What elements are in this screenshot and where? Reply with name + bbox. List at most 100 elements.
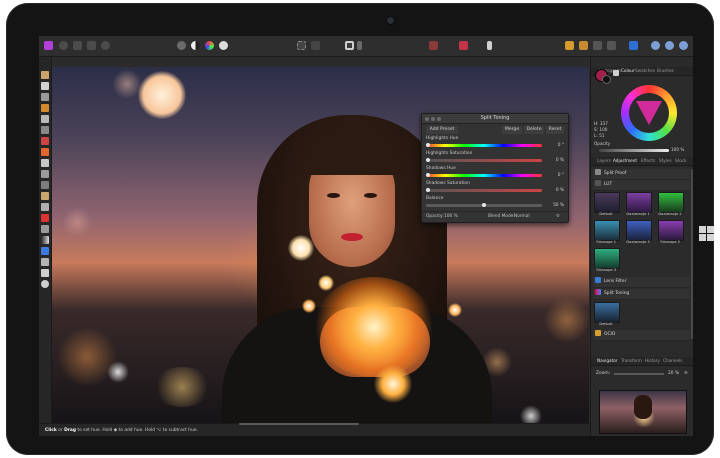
adjustment-item-lut[interactable]: LUT xyxy=(593,180,690,191)
shadows-saturation-value[interactable]: 0 % xyxy=(548,188,564,194)
quick-mask-icon[interactable] xyxy=(345,41,354,50)
flood-select-icon[interactable] xyxy=(41,115,49,123)
slider-knob[interactable] xyxy=(482,203,486,207)
close-icon[interactable] xyxy=(425,117,429,121)
slider-knob[interactable] xyxy=(426,143,430,147)
zoom-tool-icon[interactable] xyxy=(41,280,49,288)
blur-brush-icon[interactable] xyxy=(41,225,49,233)
preset-thumbnail[interactable] xyxy=(594,220,620,241)
highlights-saturation-slider[interactable] xyxy=(426,158,542,162)
split-view-icon[interactable] xyxy=(665,41,674,50)
preset-thumbnail[interactable] xyxy=(626,220,652,241)
tab-brushes[interactable]: Brushes xyxy=(657,67,674,75)
align-icon[interactable] xyxy=(579,41,588,50)
highlights-saturation-value[interactable]: 0 % xyxy=(548,158,564,164)
help-icon[interactable] xyxy=(679,41,688,50)
adjustment-item-split-proof[interactable]: Split Proof xyxy=(593,169,690,180)
tab-transform[interactable]: Transform xyxy=(621,357,642,365)
highlights-hue-value[interactable]: 0 ° xyxy=(548,143,564,149)
tab-navigator[interactable]: Navigator xyxy=(597,357,618,365)
split-toning-titlebar[interactable]: Split Toning xyxy=(422,114,568,124)
colour-opacity-slider[interactable] xyxy=(599,149,669,152)
tab-channels[interactable]: Channels xyxy=(663,357,682,365)
split-toning-panel[interactable]: Split Toning Add Preset Merge Delete Res… xyxy=(421,113,569,223)
colour-opacity-value[interactable]: 100 % xyxy=(671,147,684,152)
text-tool-icon[interactable] xyxy=(41,269,49,277)
merge-button[interactable]: Merge xyxy=(502,126,522,134)
tab-swatches[interactable]: Swatches xyxy=(635,67,655,75)
view-tool-icon[interactable] xyxy=(41,71,49,79)
highlights-hue-slider[interactable] xyxy=(426,143,542,147)
share-icon[interactable] xyxy=(101,41,110,50)
tab-stock[interactable]: Stock xyxy=(675,157,687,165)
shadows-saturation-slider[interactable] xyxy=(426,188,542,192)
crop-tool-icon[interactable] xyxy=(41,93,49,101)
shadows-hue-value[interactable]: 0 ° xyxy=(548,173,564,179)
assistant-icon[interactable] xyxy=(459,41,468,50)
dodge-brush-icon[interactable] xyxy=(41,170,49,178)
adjustment-item-ocio[interactable]: OCIO xyxy=(593,330,690,341)
persona-tone-icon[interactable] xyxy=(87,41,96,50)
snapping-icon[interactable] xyxy=(429,41,438,50)
tab-effects[interactable]: Effects xyxy=(641,157,655,165)
persona-develop-icon[interactable] xyxy=(59,41,68,50)
shadows-hue-slider[interactable] xyxy=(426,173,542,177)
reset-button[interactable]: Reset xyxy=(546,126,564,134)
clone-brush-icon[interactable] xyxy=(41,181,49,189)
slider-knob[interactable] xyxy=(426,188,430,192)
slider-knob[interactable] xyxy=(426,173,430,177)
navigator-preview[interactable] xyxy=(599,390,687,434)
colour-wheel[interactable] xyxy=(621,85,677,141)
arrange-icon[interactable] xyxy=(565,41,574,50)
paint-brush-icon[interactable] xyxy=(41,148,49,156)
gear-icon[interactable]: ⚙ xyxy=(556,212,560,222)
add-preset-button[interactable]: Add Preset xyxy=(426,126,458,134)
colour-picker-icon[interactable] xyxy=(41,137,49,145)
selection-brush-icon[interactable] xyxy=(41,104,49,112)
zoom-slider[interactable] xyxy=(614,373,664,375)
app-logo-icon[interactable] xyxy=(44,41,53,50)
transform-icon[interactable] xyxy=(607,41,616,50)
canvas-horizontal-scrollbar[interactable] xyxy=(239,423,359,425)
auto-levels-icon[interactable] xyxy=(177,41,186,50)
adjustment-item-lens-filter[interactable]: Lens Filter xyxy=(593,277,690,288)
red-eye-icon[interactable] xyxy=(41,214,49,222)
chevron-down-icon[interactable] xyxy=(357,41,362,50)
minimize-icon[interactable] xyxy=(431,117,435,121)
balance-slider[interactable] xyxy=(426,203,542,207)
tab-history[interactable]: History xyxy=(645,357,660,365)
healing-brush-icon[interactable] xyxy=(41,192,49,200)
preset-thumbnail[interactable] xyxy=(594,248,620,269)
studio-layout-icon[interactable] xyxy=(629,41,638,50)
lock-icon[interactable] xyxy=(487,41,492,50)
marquee-tool-icon[interactable] xyxy=(41,126,49,134)
persona-liquify-icon[interactable] xyxy=(73,41,82,50)
tab-colour[interactable]: Colour xyxy=(621,67,635,75)
adjustment-item-split-toning[interactable]: Split Toning xyxy=(593,289,690,300)
auto-contrast-icon[interactable] xyxy=(191,41,200,50)
selection-refine-icon[interactable] xyxy=(311,41,320,50)
rectangle-tool-icon[interactable] xyxy=(41,247,49,255)
balance-value[interactable]: 50 % xyxy=(548,203,564,209)
secondary-colour-swatch[interactable] xyxy=(602,75,611,84)
blemish-removal-icon[interactable] xyxy=(41,203,49,211)
preset-thumbnail[interactable] xyxy=(626,192,652,213)
gradient-tool-icon[interactable] xyxy=(41,236,49,244)
blend-mode-value[interactable]: Normal xyxy=(514,212,530,222)
panel-scrollbar[interactable] xyxy=(691,169,693,339)
zoom-in-icon[interactable]: ⊕ xyxy=(684,369,688,379)
preset-thumbnail[interactable] xyxy=(658,220,684,241)
zoom-value[interactable]: 20 % xyxy=(668,369,679,379)
view-mode-icon[interactable] xyxy=(651,41,660,50)
delete-button[interactable]: Delete xyxy=(524,126,544,134)
auto-white-balance-icon[interactable] xyxy=(219,41,228,50)
maximize-icon[interactable] xyxy=(437,117,441,121)
tab-adjustment[interactable]: Adjustment xyxy=(613,157,637,165)
preset-thumbnail[interactable] xyxy=(594,302,620,323)
preset-thumbnail[interactable] xyxy=(658,192,684,213)
selection-mode-icon[interactable] xyxy=(297,41,306,50)
distribute-icon[interactable] xyxy=(593,41,602,50)
move-tool-icon[interactable] xyxy=(41,82,49,90)
tab-styles[interactable]: Styles xyxy=(659,157,672,165)
eyedropper-icon[interactable] xyxy=(613,70,619,76)
